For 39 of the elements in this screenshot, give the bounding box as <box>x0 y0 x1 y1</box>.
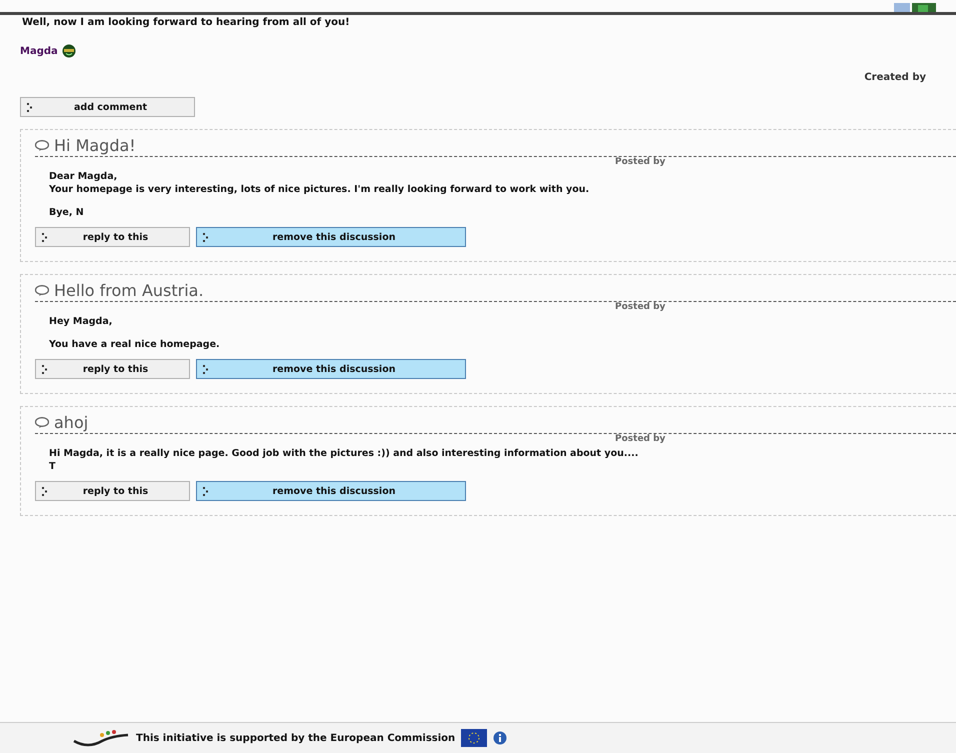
reply-button[interactable]: reply to this <box>35 227 190 247</box>
remove-discussion-button[interactable]: remove this discussion <box>196 481 466 501</box>
eu-flag-icon <box>461 729 488 747</box>
discussion-title: ahoj <box>54 413 88 432</box>
remove-discussion-button[interactable]: remove this discussion <box>196 359 466 379</box>
message-text: T <box>49 460 56 473</box>
arrow-icon <box>42 232 48 242</box>
logo-icon <box>72 729 130 747</box>
arrow-icon <box>42 486 48 496</box>
posted-by-label: Posted by <box>615 434 666 445</box>
message-text: Hi Magda, it is a really nice page. Good job with the pictures :)) and also interesting information about you.... <box>49 447 640 460</box>
message-text: Bye, N <box>49 206 85 219</box>
info-icon[interactable] <box>493 731 508 745</box>
arrow-icon <box>203 364 209 374</box>
arrow-icon <box>203 486 209 496</box>
author-name: Magda <box>20 46 58 56</box>
speech-bubble-icon <box>35 417 49 428</box>
created-by-label: Created by <box>864 72 926 83</box>
message-text: You have a real nice homepage. <box>49 338 221 351</box>
speech-bubble-icon <box>35 140 49 151</box>
message-text: Hey Magda, <box>49 315 114 328</box>
smiley-icon <box>62 44 76 58</box>
message-text: Dear Magda, <box>49 170 118 183</box>
intro-text: Well, now I am looking forward to hearing from all of you! <box>22 17 351 28</box>
toolbar-icon[interactable] <box>912 3 936 12</box>
speech-bubble-icon <box>35 285 49 296</box>
discussion-title: Hi Magda! <box>54 136 136 155</box>
arrow-icon <box>42 364 48 374</box>
reply-button[interactable]: reply to this <box>35 359 190 379</box>
message-text: Your homepage is very interesting, lots of nice pictures. I'm really looking forward to work with you. <box>49 183 590 196</box>
discussion-title: Hello from Austria. <box>54 281 204 300</box>
remove-discussion-button[interactable]: remove this discussion <box>196 227 466 247</box>
reply-button[interactable]: reply to this <box>35 481 190 501</box>
posted-by-label: Posted by <box>615 157 666 168</box>
posted-by-label: Posted by <box>615 302 666 313</box>
arrow-icon <box>27 102 33 112</box>
footer-text: This initiative is supported by the European Commission <box>136 732 456 744</box>
add-comment-button[interactable]: add comment <box>20 97 195 117</box>
arrow-icon <box>203 232 209 242</box>
